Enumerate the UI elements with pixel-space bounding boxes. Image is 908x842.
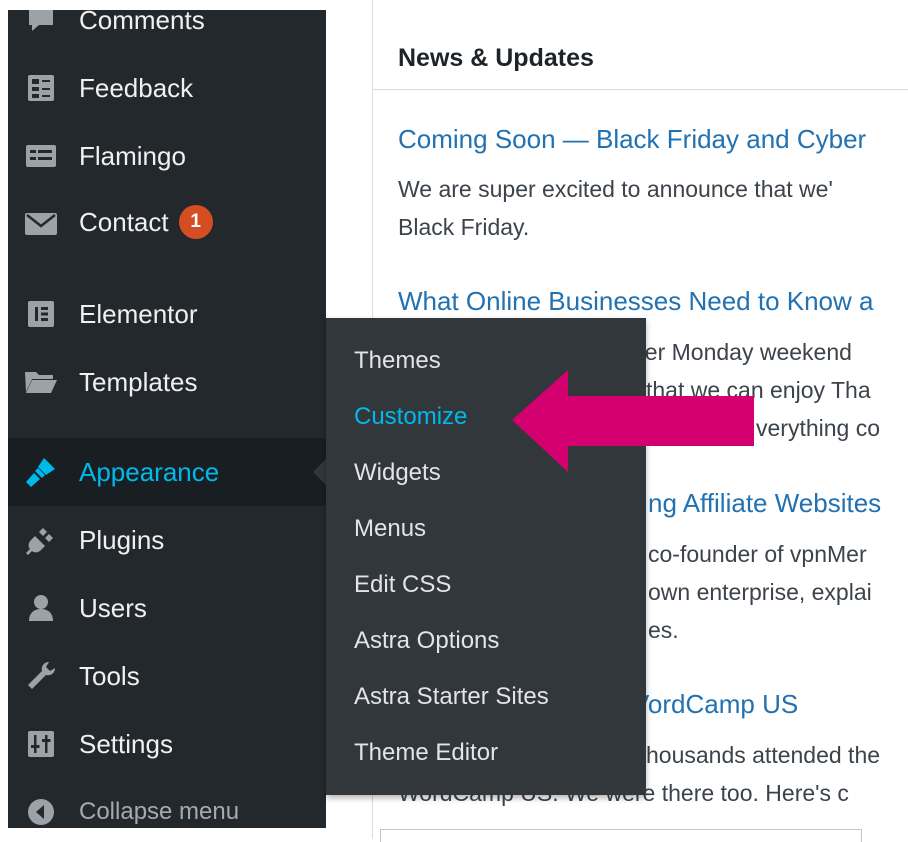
active-menu-pointer (313, 459, 326, 485)
user-icon (24, 591, 58, 625)
sidebar-item-settings[interactable]: Settings (8, 714, 326, 774)
highlight-arrow-icon (512, 370, 754, 472)
paintbrush-icon (24, 455, 58, 489)
article-text-2-line-3: verything co (756, 415, 881, 441)
admin-sidebar: Comments Feedback Flamingo Contact 1 Elem… (8, 10, 326, 828)
article-text-3-line-3: es. (648, 617, 679, 643)
article-link-3[interactable]: ng Affiliate Websites (648, 488, 881, 519)
submenu-item-theme-editor[interactable]: Theme Editor (354, 739, 498, 767)
sidebar-item-elementor[interactable]: Elementor (8, 284, 326, 344)
sidebar-item-label: Contact (79, 206, 169, 237)
submenu-item-themes[interactable]: Themes (354, 347, 441, 375)
sidebar-item-label: Templates (79, 366, 198, 397)
sidebar-item-label: Feedback (79, 72, 194, 103)
news-title: News & Updates (398, 44, 594, 72)
sidebar-item-label: Users (79, 592, 147, 623)
sidebar-item-plugins[interactable]: Plugins (8, 510, 326, 570)
sidebar-item-appearance[interactable]: Appearance (8, 438, 326, 506)
article-text-3-line-2: own enterprise, explai (648, 579, 872, 605)
settings-icon (24, 727, 58, 761)
article-link-4[interactable]: VordCamp US (632, 689, 798, 720)
submenu-item-widgets[interactable]: Widgets (354, 459, 441, 487)
article-text-3-line-1: co-founder of vpnMer (648, 541, 867, 567)
sidebar-item-tools[interactable]: Tools (8, 646, 326, 706)
comments-icon (24, 10, 58, 37)
article-text-1-line-1: We are super excited to announce that we… (398, 176, 833, 202)
news-divider (373, 89, 908, 90)
collapse-menu-button[interactable]: Collapse menu (8, 782, 326, 828)
sidebar-item-label: Collapse menu (79, 798, 240, 825)
sidebar-item-label: Flamingo (79, 140, 186, 171)
sidebar-item-users[interactable]: Users (8, 578, 326, 638)
feedback-icon (24, 71, 58, 105)
article-text-2-line-1: ber Monday weekend (632, 339, 852, 365)
sidebar-item-label: Settings (79, 728, 173, 759)
mail-icon (24, 207, 58, 241)
article-link-2[interactable]: What Online Businesses Need to Know a (398, 286, 873, 317)
sidebar-item-templates[interactable]: Templates (8, 352, 326, 412)
submenu-item-edit-css[interactable]: Edit CSS (354, 571, 451, 599)
sidebar-item-contact[interactable]: Contact 1 (8, 194, 326, 254)
article-link-1[interactable]: Coming Soon — Black Friday and Cyber (398, 124, 866, 155)
sidebar-item-feedback[interactable]: Feedback (8, 58, 326, 118)
next-panel-edge (380, 829, 862, 842)
sidebar-item-label: Elementor (79, 298, 198, 329)
submenu-item-customize[interactable]: Customize (354, 403, 467, 431)
sidebar-item-flamingo[interactable]: Flamingo (8, 126, 326, 186)
folder-icon (24, 365, 58, 399)
sidebar-item-label: Comments (79, 10, 205, 35)
article-text-1-line-2: Black Friday. (398, 214, 530, 240)
plugin-icon (24, 523, 58, 557)
submenu-item-astra-starter-sites[interactable]: Astra Starter Sites (354, 683, 549, 711)
sidebar-item-label: Appearance (79, 456, 220, 487)
article-text-4-line-1: housands attended the (646, 742, 881, 768)
elementor-icon (24, 297, 58, 331)
sidebar-item-comments[interactable]: Comments (8, 10, 326, 50)
flamingo-icon (24, 139, 58, 173)
notification-badge: 1 (178, 205, 213, 240)
collapse-icon (24, 795, 58, 828)
wrench-icon (24, 659, 58, 693)
sidebar-item-label: Tools (79, 660, 140, 691)
submenu-item-menus[interactable]: Menus (354, 515, 426, 543)
sidebar-item-label: Plugins (79, 524, 165, 555)
submenu-item-astra-options[interactable]: Astra Options (354, 627, 499, 655)
